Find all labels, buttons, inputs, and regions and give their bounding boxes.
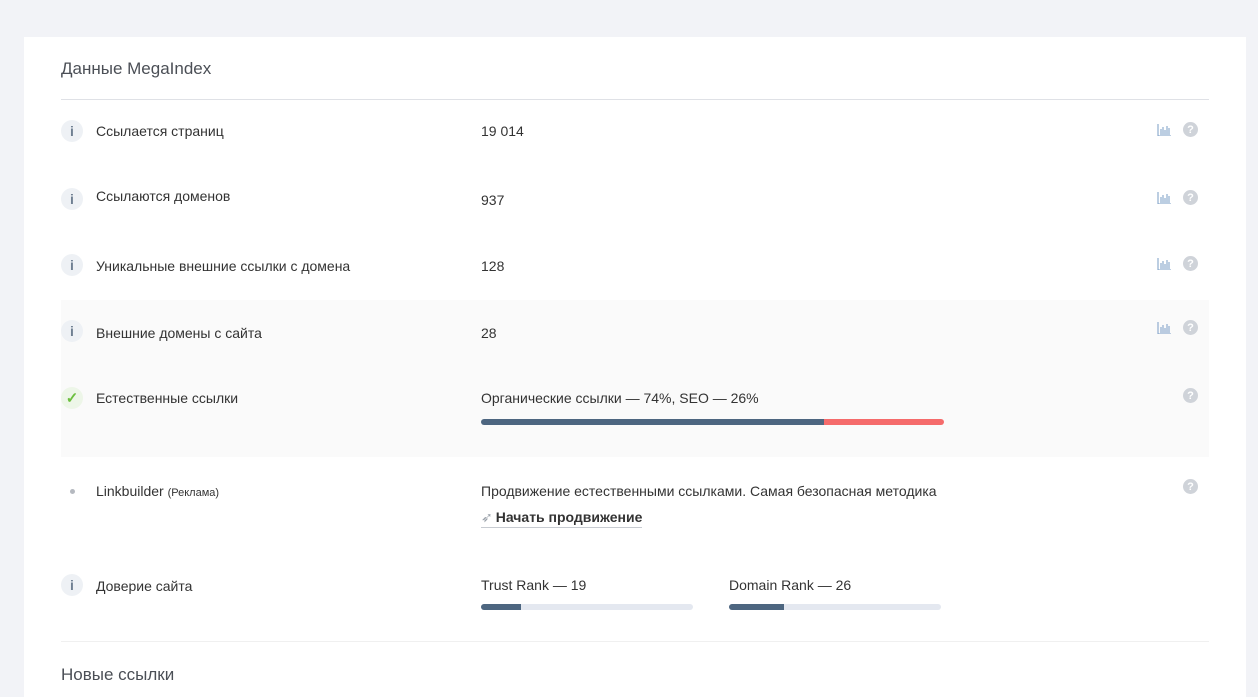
info-icon[interactable]: i <box>61 574 83 596</box>
metric-row-unique-external-links: i Уникальные внешние ссылки с домена 128… <box>61 234 1209 300</box>
next-section-title: Новые ссылки <box>61 665 175 684</box>
start-promotion-link[interactable]: ➶ Начать продвижение <box>481 509 643 528</box>
metric-value: 19 014 <box>481 123 524 139</box>
metric-value: 28 <box>481 325 497 341</box>
help-icon[interactable]: ? <box>1183 256 1198 271</box>
linkbuilder-row: Linkbuilder (Реклама) Продвижение естест… <box>61 457 1209 550</box>
site-trust-label: Доверие сайта <box>96 578 193 594</box>
metric-row-referring-domains: i Ссылаются доменов 937 ? <box>61 164 1209 234</box>
natural-links-text: Органические ссылки — 74%, SEO — 26% <box>481 390 759 406</box>
linkbuilder-ad-note: (Реклама) <box>167 487 220 499</box>
rocket-icon: ➶ <box>481 509 493 525</box>
linkbuilder-name: Linkbuilder <box>96 483 164 499</box>
metric-label: Ссылается страниц <box>96 123 224 139</box>
metric-value: 937 <box>481 192 505 208</box>
trust-rank-fill <box>481 604 522 610</box>
bar-chart-icon[interactable] <box>1157 322 1171 334</box>
info-icon[interactable]: i <box>61 254 83 276</box>
seo-links-fill <box>823 419 944 425</box>
help-icon[interactable]: ? <box>1183 190 1198 205</box>
info-icon[interactable]: i <box>61 320 83 342</box>
organic-links-fill <box>481 419 824 425</box>
help-icon[interactable]: ? <box>1183 388 1198 403</box>
info-icon[interactable]: i <box>61 188 83 210</box>
natural-links-label: Естественные ссылки <box>96 390 239 406</box>
natural-links-bar <box>481 419 944 425</box>
linkbuilder-text: Продвижение естественными ссылками. Сама… <box>481 483 937 499</box>
site-trust-row: i Доверие сайта Trust Rank — 19 Domain R… <box>61 550 1209 642</box>
bar-chart-icon[interactable] <box>1157 124 1171 136</box>
help-icon[interactable]: ? <box>1183 320 1198 335</box>
dot-icon <box>61 480 83 502</box>
trust-rank-text: Trust Rank — 19 <box>481 577 587 593</box>
metric-label: Ссылаются доменов <box>96 188 231 204</box>
domain-rank-bar <box>729 604 941 610</box>
start-promotion-label: Начать продвижение <box>495 509 643 525</box>
trust-rank-bar <box>481 604 693 610</box>
domain-rank-fill <box>729 604 785 610</box>
bar-chart-icon[interactable] <box>1157 192 1171 204</box>
info-icon[interactable]: i <box>61 120 83 142</box>
metric-label: Уникальные внешние ссылки с домена <box>96 258 351 274</box>
linkbuilder-label: Linkbuilder (Реклама) <box>96 483 219 499</box>
metric-row-external-domains: i Внешние домены с сайта 28 ? <box>61 300 1209 364</box>
help-icon[interactable]: ? <box>1183 122 1198 137</box>
bar-chart-icon[interactable] <box>1157 258 1171 270</box>
metric-row-referring-pages: i Ссылается страниц 19 014 ? <box>61 100 1209 164</box>
help-icon[interactable]: ? <box>1183 479 1198 494</box>
metric-value: 128 <box>481 258 505 274</box>
domain-rank-text: Domain Rank — 26 <box>729 577 852 593</box>
row-divider <box>61 641 1209 642</box>
megaindex-card: Данные MegaIndex i Ссылается страниц 19 … <box>24 37 1246 697</box>
natural-links-row: ✓ Естественные ссылки Органические ссылк… <box>61 364 1209 457</box>
section-title: Данные MegaIndex <box>61 59 212 78</box>
check-icon: ✓ <box>61 387 83 409</box>
metric-label: Внешние домены с сайта <box>96 325 262 341</box>
